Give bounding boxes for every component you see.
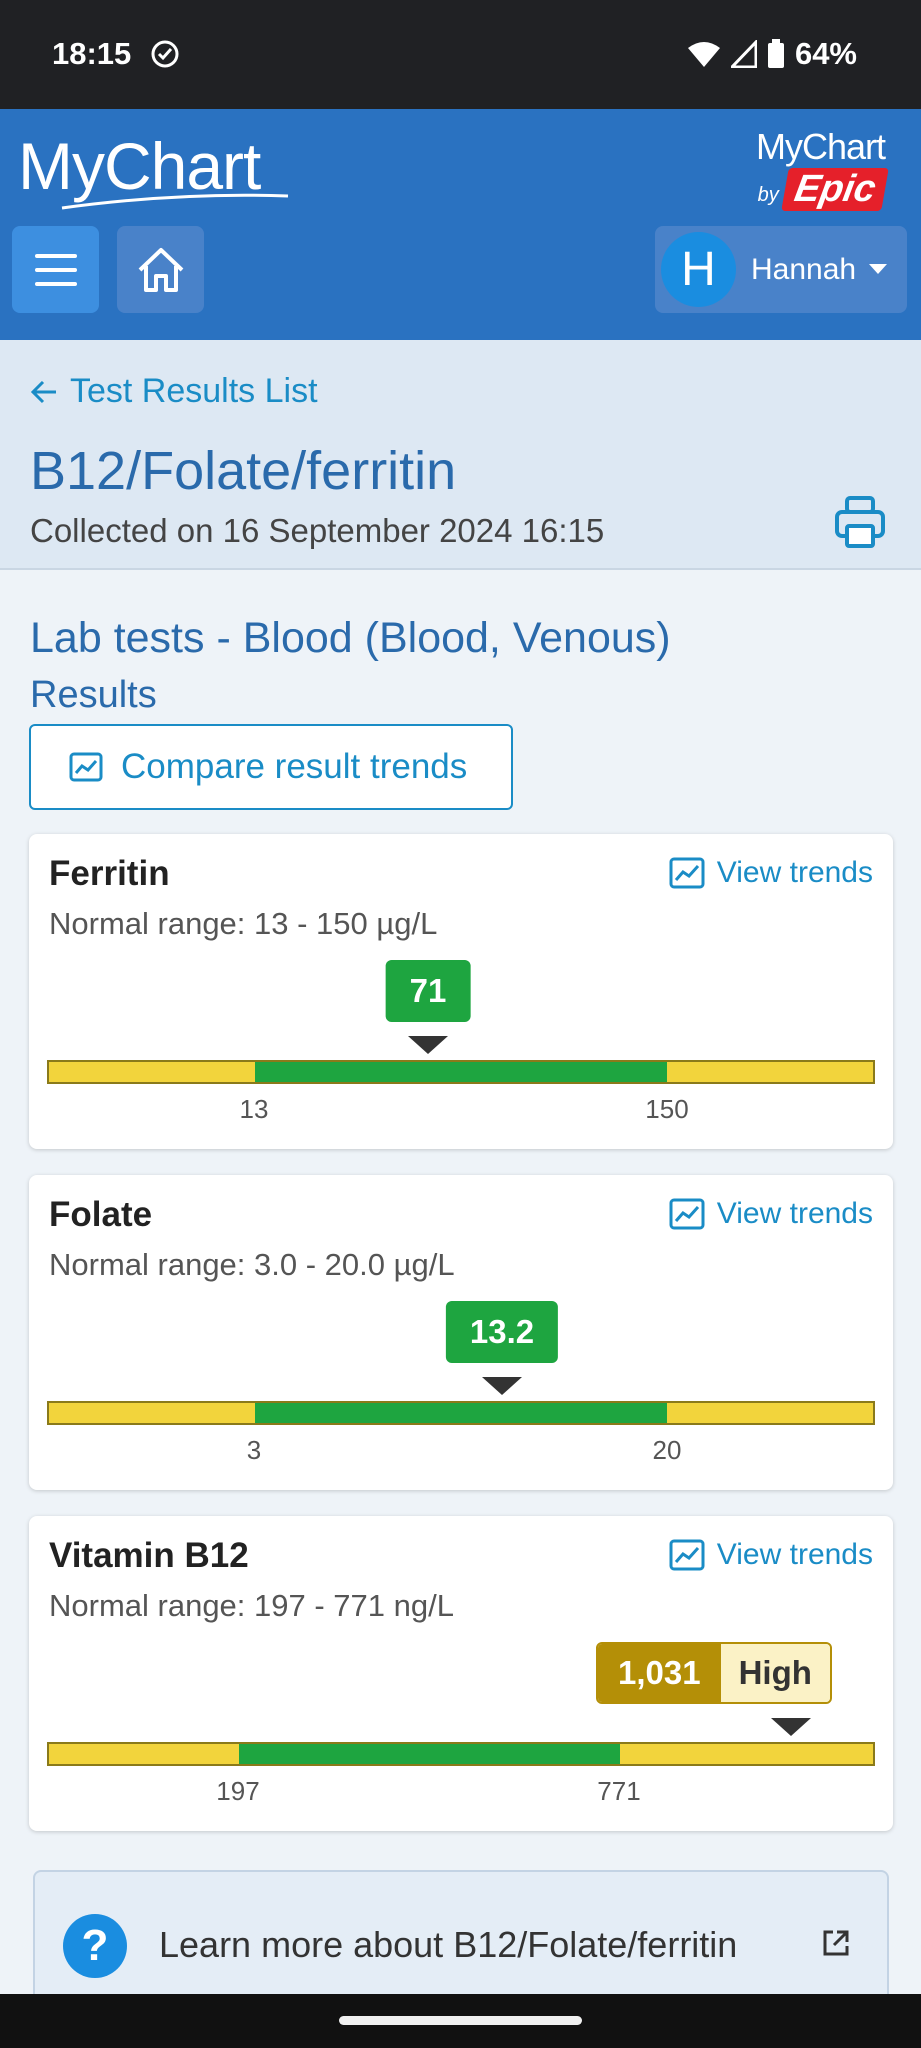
view-trends-label: View trends [716, 1197, 873, 1230]
range-bar [47, 1742, 875, 1766]
avatar: H [661, 232, 736, 307]
epic-logo-brand: Epic [780, 168, 889, 211]
home-gesture-handle[interactable] [339, 2016, 582, 2025]
user-name: Hannah [751, 253, 857, 286]
normal-range-segment [238, 1744, 621, 1764]
range-high-tick: 771 [597, 1776, 641, 1806]
range-bar [47, 1060, 875, 1084]
range-low-tick: 3 [246, 1435, 262, 1465]
normal-range: Normal range: 13 - 150 µg/L [49, 906, 438, 941]
hamburger-icon [34, 253, 77, 286]
compare-button-label: Compare result trends [121, 747, 468, 786]
results-label: Results [30, 674, 157, 716]
result-value-badge: 71 [385, 960, 471, 1022]
epic-logo-title: MyChart [755, 126, 886, 167]
learn-more-label: Learn more about B12/Folate/ferritin [159, 1924, 738, 1965]
collected-date: Collected on 16 September 2024 16:15 [30, 512, 605, 549]
status-time: 18:15 [52, 36, 132, 71]
view-trends-link[interactable]: View trends [669, 856, 873, 890]
result-value-badge: 1,031 High [596, 1642, 832, 1704]
mychart-by-epic-logo: MyChart by Epic [725, 126, 889, 211]
arrow-left-icon [30, 380, 56, 403]
result-name: Vitamin B12 [49, 1536, 249, 1575]
high-flag-badge: High [720, 1644, 830, 1702]
back-link-label: Test Results List [70, 372, 318, 410]
external-link-icon [823, 1930, 849, 1956]
trend-chart-icon [69, 752, 103, 782]
normal-range-segment [255, 1403, 667, 1423]
learn-more-link[interactable]: ? Learn more about B12/Folate/ferritin [33, 1870, 889, 2010]
result-card-folate: Folate View trends Normal range: 3.0 - 2… [29, 1175, 893, 1490]
value-pointer-icon [482, 1377, 522, 1395]
result-value-badge: 13.2 [445, 1301, 559, 1363]
section-title: Lab tests - Blood (Blood, Venous) [30, 614, 671, 662]
print-icon[interactable] [835, 496, 885, 548]
compare-result-trends-button[interactable]: Compare result trends [29, 724, 513, 810]
signal-icon [730, 40, 757, 68]
view-trends-link[interactable]: View trends [669, 1197, 873, 1231]
logo-swoosh-icon [61, 193, 289, 210]
wifi-icon [687, 42, 720, 67]
page-title-area: Test Results List B12/Folate/ferritin Co… [0, 340, 921, 570]
result-card-ferritin: Ferritin View trends Normal range: 13 - … [29, 834, 893, 1149]
result-name: Ferritin [49, 854, 170, 893]
trend-chart-icon [669, 1198, 705, 1230]
home-icon [138, 247, 183, 292]
normal-range: Normal range: 3.0 - 20.0 µg/L [49, 1247, 455, 1282]
trend-chart-icon [669, 1539, 705, 1571]
result-name: Folate [49, 1195, 153, 1234]
value-pointer-icon [771, 1718, 811, 1736]
battery-icon [767, 39, 784, 68]
normal-range-segment [255, 1062, 667, 1082]
back-to-test-results-link[interactable]: Test Results List [30, 372, 318, 411]
user-menu-button[interactable]: H Hannah [655, 226, 907, 313]
range-bar [47, 1401, 875, 1425]
menu-button[interactable] [12, 226, 99, 313]
result-card-vitamin-b12: Vitamin B12 View trends Normal range: 19… [29, 1516, 893, 1831]
epic-logo-by: by [757, 184, 779, 206]
check-circle-icon [151, 40, 179, 68]
normal-range: Normal range: 197 - 771 ng/L [49, 1588, 454, 1623]
page-title: B12/Folate/ferritin [30, 441, 457, 501]
value-pointer-icon [408, 1036, 448, 1054]
status-bar: 18:15 64% [0, 0, 921, 109]
home-button[interactable] [117, 226, 204, 313]
trend-chart-icon [669, 857, 705, 889]
range-high-tick: 20 [652, 1435, 682, 1465]
range-low-tick: 197 [216, 1776, 260, 1806]
range-high-tick: 150 [645, 1094, 689, 1124]
caret-down-icon [869, 264, 887, 274]
question-icon: ? [63, 1914, 127, 1978]
view-trends-link[interactable]: View trends [669, 1538, 873, 1572]
result-value: 1,031 [598, 1644, 721, 1702]
system-nav-bar [0, 1994, 921, 2048]
range-low-tick: 13 [239, 1094, 269, 1124]
view-trends-label: View trends [716, 1538, 873, 1571]
view-trends-label: View trends [716, 856, 873, 889]
status-right: 64% [687, 36, 857, 72]
battery-level: 64% [794, 36, 857, 71]
